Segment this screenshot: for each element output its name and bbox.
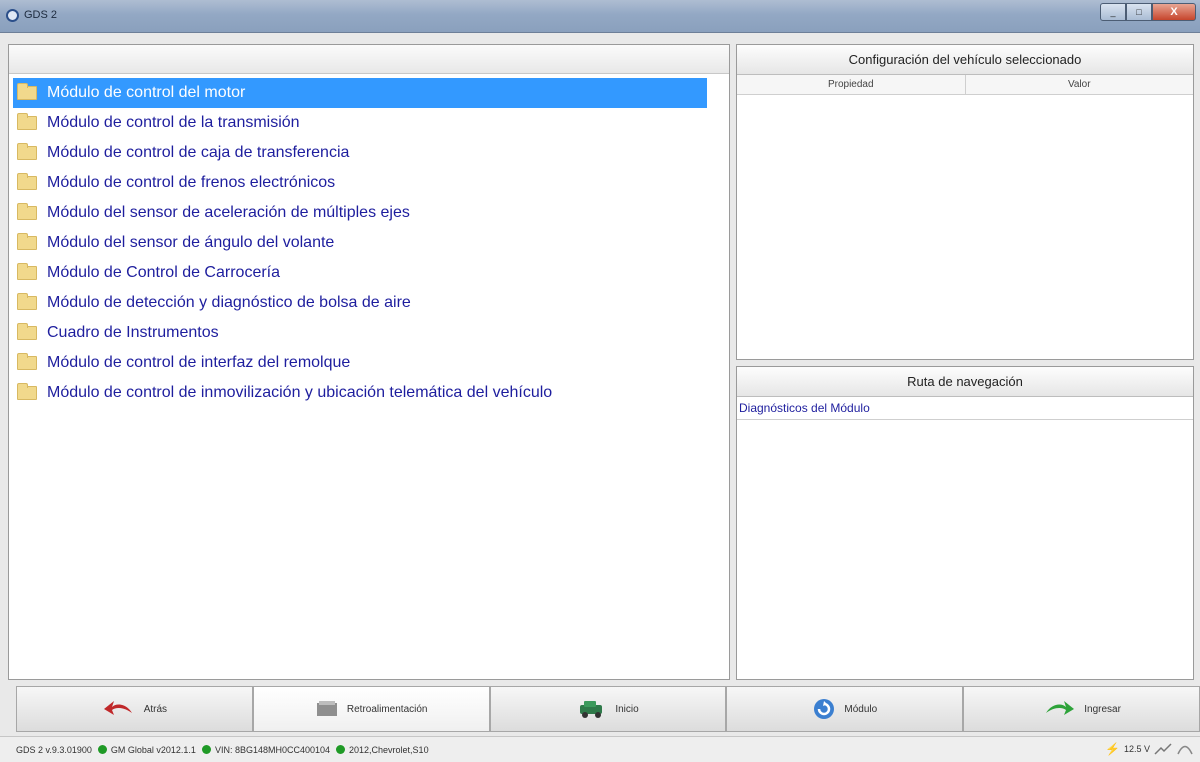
folder-icon — [17, 143, 37, 160]
status-bar: GDS 2 v.9.3.01900 GM Global v2012.1.1 VI… — [0, 736, 1200, 762]
module-item-multi-axis-sensor[interactable]: Módulo del sensor de aceleración de múlt… — [13, 198, 707, 228]
module-item-airbag[interactable]: Módulo de detección y diagnóstico de bol… — [13, 288, 707, 318]
module-list-panel: Módulo de control del motor Módulo de co… — [8, 44, 730, 680]
feedback-icon — [315, 700, 339, 718]
status-ok-icon — [201, 745, 211, 754]
status-voltage: 12.5 V — [1123, 744, 1150, 754]
module-item-label: Módulo de control de frenos electrónicos — [47, 174, 336, 191]
folder-icon — [17, 263, 37, 280]
voltage-bolt-icon: ⚡ — [1105, 742, 1120, 756]
module-item-label: Módulo de control del motor — [47, 84, 246, 101]
vehicle-config-title: Configuración del vehículo seleccionado — [737, 45, 1193, 75]
status-global: GM Global v2012.1.1 — [110, 744, 196, 755]
module-item-transfer-case-control[interactable]: Módulo de control de caja de transferenc… — [13, 138, 707, 168]
navigation-title: Ruta de navegación — [737, 367, 1193, 397]
module-refresh-icon — [812, 697, 836, 721]
status-right: ⚡ 12.5 V — [1105, 741, 1194, 757]
module-item-label: Módulo del sensor de ángulo del volante — [47, 234, 335, 251]
module-item-label: Módulo del sensor de aceleración de múlt… — [47, 204, 410, 221]
folder-icon — [17, 203, 37, 220]
close-button[interactable]: X — [1152, 3, 1196, 21]
enter-button-label: Ingresar — [1084, 703, 1121, 715]
folder-icon — [17, 233, 37, 250]
folder-icon — [17, 383, 37, 400]
home-button-label: Inicio — [615, 703, 639, 715]
home-button[interactable]: Inicio — [489, 686, 727, 732]
status-version: GDS 2 v.9.3.01900 — [16, 744, 92, 755]
module-button-label: Módulo — [844, 703, 878, 715]
vehicle-config-table-header: Propiedad Valor — [737, 75, 1193, 95]
back-button[interactable]: Atrás — [16, 686, 253, 732]
status-ok-icon — [97, 745, 107, 754]
navigation-panel: Ruta de navegación Diagnósticos del Módu… — [736, 366, 1194, 680]
folder-icon — [17, 353, 37, 370]
connection-icon — [1176, 741, 1194, 757]
module-item-engine-control[interactable]: Módulo de control del motor — [13, 78, 707, 108]
module-item-transmission-control[interactable]: Módulo de control de la transmisión — [13, 108, 707, 138]
folder-icon — [17, 293, 37, 310]
module-item-label: Módulo de control de inmovilización y ub… — [47, 384, 553, 401]
module-item-label: Módulo de control de interfaz del remolq… — [47, 354, 351, 371]
window-title: GDS 2 — [24, 9, 58, 21]
column-header-value[interactable]: Valor — [966, 75, 1194, 94]
module-item-label: Módulo de Control de Carrocería — [47, 264, 281, 281]
enter-button[interactable]: Ingresar — [963, 686, 1200, 732]
folder-icon — [17, 83, 37, 100]
maximize-button[interactable]: □ — [1126, 3, 1152, 21]
module-item-instrument-cluster[interactable]: Cuadro de Instrumentos — [13, 318, 707, 348]
module-item-immobilizer-telematics[interactable]: Módulo de control de inmovilización y ub… — [13, 378, 707, 408]
status-vin: VIN: 8BG148MH0CC400104 — [214, 744, 331, 755]
bottom-toolbar: Atrás Retroalimentación Inicio Módulo In… — [16, 686, 1200, 732]
module-item-label: Cuadro de Instrumentos — [47, 324, 219, 341]
module-item-body-control[interactable]: Módulo de Control de Carrocería — [13, 258, 707, 288]
app-icon — [6, 9, 19, 22]
module-item-trailer-interface[interactable]: Módulo de control de interfaz del remolq… — [13, 348, 707, 378]
signal-icon — [1154, 741, 1172, 757]
module-list-header — [9, 45, 729, 74]
module-item-label: Módulo de control de caja de transferenc… — [47, 144, 350, 161]
module-list: Módulo de control del motor Módulo de co… — [9, 74, 729, 408]
back-button-label: Atrás — [143, 703, 168, 715]
folder-icon — [17, 113, 37, 130]
back-arrow-icon — [102, 699, 136, 719]
module-item-brake-control[interactable]: Módulo de control de frenos electrónicos — [13, 168, 707, 198]
status-ok-icon — [336, 745, 346, 754]
module-item-label: Módulo de detección y diagnóstico de bol… — [47, 294, 411, 311]
window-titlebar: GDS 2 _ □ X — [0, 0, 1200, 33]
status-vehicle: 2012,Chevrolet,S10 — [349, 744, 429, 755]
column-header-property[interactable]: Propiedad — [737, 75, 966, 94]
feedback-button-label: Retroalimentación — [346, 703, 428, 715]
vehicle-config-panel: Configuración del vehículo seleccionado … — [736, 44, 1194, 360]
module-item-steering-angle-sensor[interactable]: Módulo del sensor de ángulo del volante — [13, 228, 707, 258]
forward-arrow-icon — [1042, 699, 1076, 719]
folder-icon — [17, 323, 37, 340]
module-button[interactable]: Módulo — [726, 686, 964, 732]
feedback-button[interactable]: Retroalimentación — [252, 686, 490, 732]
window-controls: _ □ X — [1100, 3, 1196, 21]
home-vehicle-icon — [577, 699, 607, 719]
module-item-label: Módulo de control de la transmisión — [47, 114, 300, 131]
minimize-button[interactable]: _ — [1100, 3, 1126, 21]
navigation-path-item[interactable]: Diagnósticos del Módulo — [737, 397, 1193, 420]
folder-icon — [17, 173, 37, 190]
